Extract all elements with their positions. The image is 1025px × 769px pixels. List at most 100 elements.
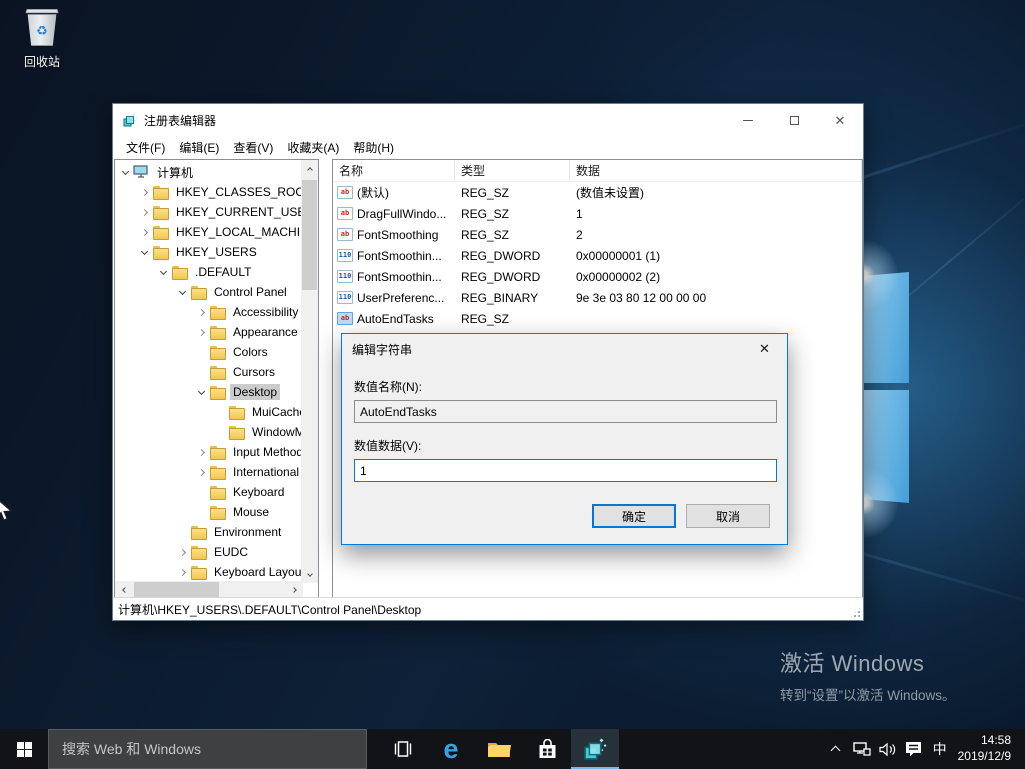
- registry-value-row[interactable]: ab AutoEndTasks REG_SZ: [333, 308, 862, 329]
- expander-icon[interactable]: [194, 365, 209, 380]
- tree-item-label[interactable]: Keyboard: [230, 484, 287, 500]
- expander-icon[interactable]: [213, 405, 228, 420]
- expander-icon[interactable]: [194, 445, 209, 460]
- tray-expand-button[interactable]: [824, 729, 848, 769]
- tree-item[interactable]: EUDC: [115, 542, 301, 562]
- tree-item[interactable]: 计算机: [115, 162, 301, 182]
- taskbar-clock[interactable]: 14:58 2019/12/9: [954, 733, 1017, 764]
- expander-icon[interactable]: [194, 465, 209, 480]
- tree-item-label[interactable]: Input Method: [230, 444, 301, 460]
- menu-item[interactable]: 查看(V): [226, 136, 280, 159]
- tree-item[interactable]: Keyboard Layou: [115, 562, 301, 581]
- start-button[interactable]: [0, 729, 48, 769]
- expander-icon[interactable]: [194, 345, 209, 360]
- resize-grip[interactable]: [849, 606, 862, 619]
- tree-item-label[interactable]: Control Panel: [211, 284, 290, 300]
- column-header-1[interactable]: 类型: [455, 160, 570, 181]
- regedit-titlebar[interactable]: 注册表编辑器 ✕: [113, 104, 863, 136]
- tree-item[interactable]: HKEY_CURRENT_USER: [115, 202, 301, 222]
- expander-icon[interactable]: [194, 505, 209, 520]
- registry-value-row[interactable]: ab FontSmoothing REG_SZ 2: [333, 224, 862, 245]
- store-button[interactable]: [523, 729, 571, 769]
- ok-button[interactable]: 确定: [592, 504, 676, 528]
- volume-button[interactable]: [876, 729, 900, 769]
- vertical-scroll-thumb[interactable]: [302, 180, 317, 290]
- expander-icon[interactable]: [194, 325, 209, 340]
- expander-icon[interactable]: [194, 385, 209, 400]
- regedit-taskbar-button[interactable]: [571, 729, 619, 769]
- horizontal-scroll-thumb[interactable]: [134, 582, 219, 597]
- tree-item-label[interactable]: Appearance: [230, 324, 301, 340]
- scroll-left-icon[interactable]: [115, 581, 132, 598]
- tree-item-label[interactable]: Environment: [211, 524, 284, 540]
- tree-item-label[interactable]: Colors: [230, 344, 271, 360]
- expander-icon[interactable]: [137, 185, 152, 200]
- edge-button[interactable]: e: [427, 729, 475, 769]
- tree-item-label[interactable]: EUDC: [211, 544, 251, 560]
- registry-value-row[interactable]: 110 UserPreferenc... REG_BINARY 9e 3e 03…: [333, 287, 862, 308]
- maximize-button[interactable]: [771, 104, 817, 136]
- tree-item[interactable]: Appearance: [115, 322, 301, 342]
- registry-value-row[interactable]: 110 FontSmoothin... REG_DWORD 0x00000001…: [333, 245, 862, 266]
- expander-icon[interactable]: [213, 425, 228, 440]
- tree-horizontal-scrollbar[interactable]: [115, 581, 303, 598]
- tree-item[interactable]: Colors: [115, 342, 301, 362]
- file-explorer-button[interactable]: [475, 729, 523, 769]
- expander-icon[interactable]: [137, 205, 152, 220]
- expander-icon[interactable]: [137, 225, 152, 240]
- dialog-titlebar[interactable]: 编辑字符串 ✕: [342, 334, 787, 364]
- tree-item-label[interactable]: Accessibility: [230, 304, 301, 320]
- tree-item-label[interactable]: Cursors: [230, 364, 278, 380]
- menu-item[interactable]: 文件(F): [119, 136, 172, 159]
- dialog-close-button[interactable]: ✕: [742, 334, 787, 364]
- tree-item[interactable]: Keyboard: [115, 482, 301, 502]
- tree-vertical-scrollbar[interactable]: [301, 160, 318, 583]
- tree-item-label[interactable]: Mouse: [230, 504, 272, 520]
- value-name-field[interactable]: [354, 400, 777, 423]
- registry-value-row[interactable]: 110 FontSmoothin... REG_DWORD 0x00000002…: [333, 266, 862, 287]
- cancel-button[interactable]: 取消: [686, 504, 770, 528]
- tree-item[interactable]: Environment: [115, 522, 301, 542]
- expander-icon[interactable]: [194, 485, 209, 500]
- ime-indicator[interactable]: 中: [928, 729, 952, 769]
- tree-item-label[interactable]: HKEY_USERS: [173, 244, 260, 260]
- expander-icon[interactable]: [137, 245, 152, 260]
- menu-item[interactable]: 编辑(E): [172, 136, 226, 159]
- expander-icon[interactable]: [156, 265, 171, 280]
- tree-item[interactable]: Desktop: [115, 382, 301, 402]
- scroll-down-icon[interactable]: [301, 566, 318, 583]
- column-header-2[interactable]: 数据: [570, 160, 862, 181]
- tree-item[interactable]: HKEY_CLASSES_ROOT: [115, 182, 301, 202]
- tree-item[interactable]: Mouse: [115, 502, 301, 522]
- tree-item[interactable]: Input Method: [115, 442, 301, 462]
- taskbar-search-box[interactable]: 搜索 Web 和 Windows: [48, 729, 367, 769]
- tree-item[interactable]: Accessibility: [115, 302, 301, 322]
- scroll-up-icon[interactable]: [301, 160, 318, 177]
- action-center-button[interactable]: [902, 729, 926, 769]
- expander-icon[interactable]: [194, 305, 209, 320]
- menu-item[interactable]: 帮助(H): [346, 136, 401, 159]
- expander-icon[interactable]: [175, 285, 190, 300]
- column-header-0[interactable]: 名称: [333, 160, 455, 181]
- task-view-button[interactable]: [379, 729, 427, 769]
- recycle-bin-desktop-icon[interactable]: ♻ 回收站: [10, 8, 74, 70]
- menu-item[interactable]: 收藏夹(A): [280, 136, 346, 159]
- tree-item-label[interactable]: WindowM: [249, 424, 301, 440]
- tree-item[interactable]: .DEFAULT: [115, 262, 301, 282]
- registry-value-row[interactable]: ab (默认) REG_SZ (数值未设置): [333, 182, 862, 203]
- network-button[interactable]: [850, 729, 874, 769]
- tree-item-label[interactable]: HKEY_LOCAL_MACHINE: [173, 224, 301, 240]
- expander-icon[interactable]: [118, 165, 133, 180]
- scroll-right-icon[interactable]: [286, 581, 303, 598]
- expander-icon[interactable]: [175, 565, 190, 580]
- tree-item[interactable]: MuiCache: [115, 402, 301, 422]
- tree-item-label[interactable]: .DEFAULT: [192, 264, 254, 280]
- tree-item[interactable]: International: [115, 462, 301, 482]
- tree-item[interactable]: HKEY_LOCAL_MACHINE: [115, 222, 301, 242]
- tree-item[interactable]: HKEY_USERS: [115, 242, 301, 262]
- tree-item-label[interactable]: HKEY_CLASSES_ROOT: [173, 184, 301, 200]
- tree-item[interactable]: WindowM: [115, 422, 301, 442]
- value-data-field[interactable]: [354, 459, 777, 482]
- tree-item[interactable]: Cursors: [115, 362, 301, 382]
- minimize-button[interactable]: [725, 104, 771, 136]
